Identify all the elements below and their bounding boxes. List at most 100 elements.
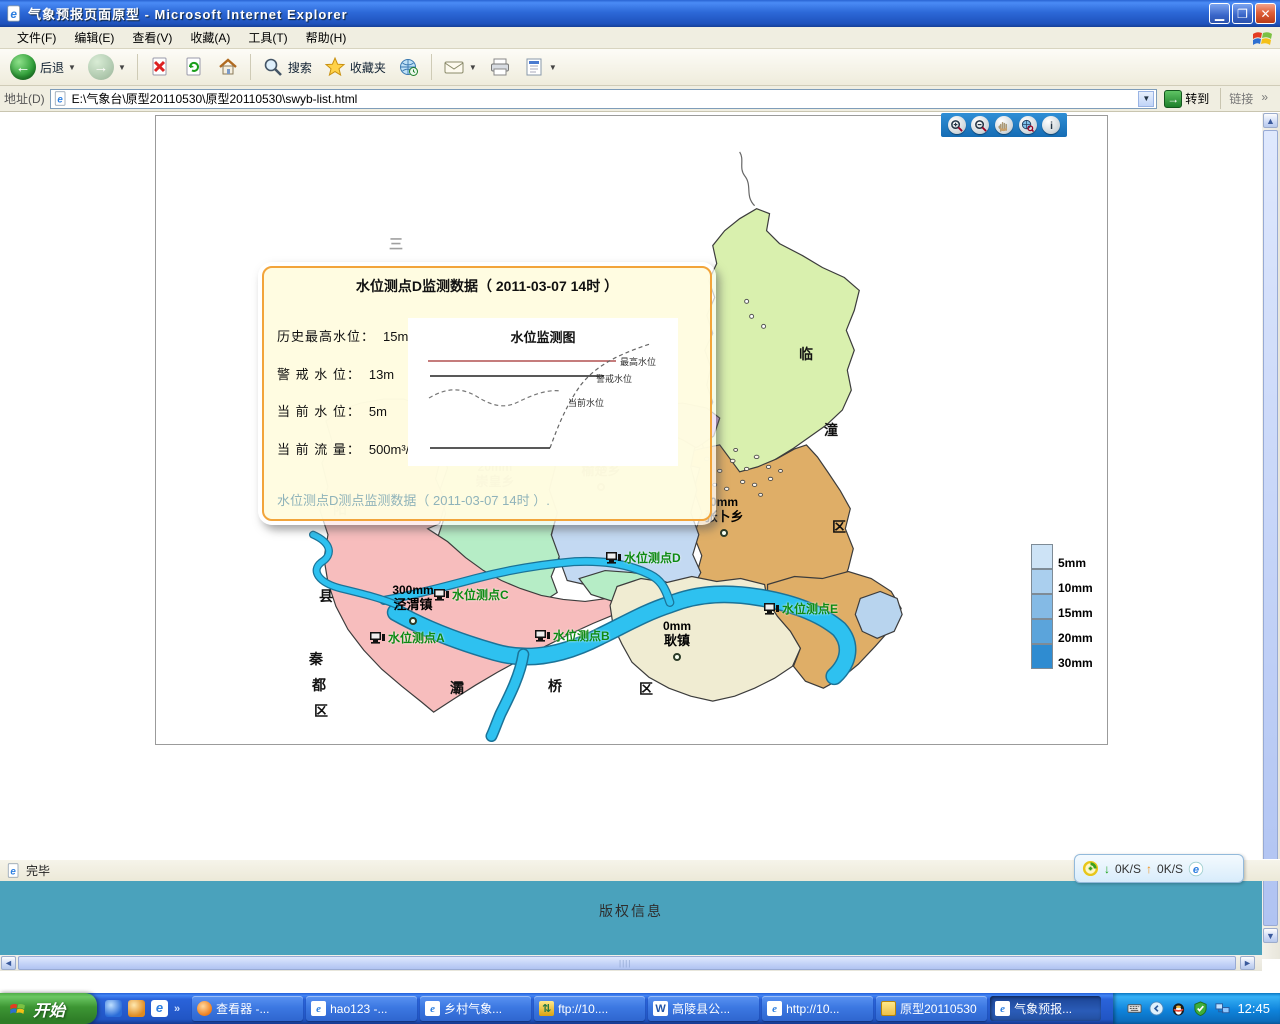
close-button[interactable]: ✕	[1255, 3, 1276, 24]
print-button[interactable]	[485, 54, 515, 80]
station-icon	[763, 602, 780, 616]
favorites-button[interactable]: 收藏夹	[320, 54, 390, 80]
media-player-icon[interactable]	[128, 1000, 145, 1017]
back-button[interactable]: ← 后退 ▼	[6, 52, 80, 82]
back-dropdown-icon[interactable]: ▼	[68, 63, 76, 72]
quick-launch-more-icon[interactable]: »	[174, 1003, 180, 1015]
go-button[interactable]: → 转到	[1162, 89, 1215, 109]
window-title: 气象预报页面原型 - Microsoft Internet Explorer	[28, 4, 1209, 23]
address-input[interactable]: e E:\气象台\原型20110530\原型20110530\swyb-list…	[50, 89, 1158, 109]
back-arrow-icon: ←	[10, 54, 36, 80]
town-marker-icon	[409, 617, 417, 625]
taskbar-task-2[interactable]: e乡村气象...	[420, 996, 531, 1021]
menu-item-2[interactable]: 查看(V)	[123, 26, 181, 49]
windows-flag-icon	[1250, 28, 1276, 48]
menu-item-3[interactable]: 收藏(A)	[181, 26, 239, 49]
qq-penguin-icon[interactable]	[1171, 1001, 1186, 1016]
messenger-icon[interactable]	[105, 1000, 122, 1017]
menu-item-5[interactable]: 帮助(H)	[297, 26, 356, 49]
links-bar[interactable]: 链接 »	[1220, 88, 1276, 109]
restore-button[interactable]: ❐	[1232, 3, 1253, 24]
horizontal-scrollbar[interactable]: ◄ |||| ►	[0, 955, 1262, 971]
security-shield-icon[interactable]	[1193, 1001, 1208, 1016]
history-button[interactable]	[394, 54, 424, 80]
water-station-水位测点E[interactable]: 水位测点E	[763, 600, 838, 617]
speed-monitor-widget[interactable]: ↓ 0K/S ↑ 0K/S e	[1074, 854, 1244, 883]
label-current-level: 当前水位	[568, 397, 604, 408]
quick-launch-bar: e »	[97, 1000, 188, 1017]
ie-icon: e	[995, 1001, 1010, 1016]
taskbar-task-6[interactable]: 原型20110530	[876, 996, 987, 1021]
menu-item-1[interactable]: 编辑(E)	[65, 26, 123, 49]
back-label: 后退	[40, 59, 64, 76]
taskbar-task-0[interactable]: 查看器 -...	[192, 996, 303, 1021]
scroll-right-button[interactable]: ►	[1240, 956, 1255, 970]
address-dropdown-icon[interactable]: ▼	[1138, 91, 1154, 107]
district-label: 灞	[450, 678, 464, 698]
svg-text:e: e	[1193, 864, 1199, 876]
ie-quicklaunch-icon[interactable]: e	[151, 1000, 168, 1017]
scroll-up-button[interactable]: ▲	[1263, 113, 1278, 128]
search-button[interactable]: 搜索	[258, 54, 316, 80]
forward-dropdown-icon[interactable]: ▼	[118, 63, 126, 72]
pan-hand-icon[interactable]	[995, 116, 1013, 134]
keyboard-icon[interactable]	[1127, 1001, 1142, 1016]
network-icon[interactable]	[1215, 1001, 1230, 1016]
water-station-水位测点C[interactable]: 水位测点C	[433, 586, 509, 603]
copyright-text: 版权信息	[599, 901, 663, 921]
full-extent-icon[interactable]	[1019, 116, 1037, 134]
taskbar-task-3[interactable]: ⇅ ftp://10....	[534, 996, 645, 1021]
title-bar: e 气象预报页面原型 - Microsoft Internet Explorer…	[0, 0, 1280, 27]
ftp-icon: ⇅	[539, 1001, 554, 1016]
refresh-button[interactable]	[179, 54, 209, 80]
ie-icon: e	[311, 1001, 326, 1016]
home-button[interactable]	[213, 54, 243, 80]
popup-field-current-flow: 当 前 流 量：500m³/s	[277, 439, 416, 458]
zoom-in-icon[interactable]	[948, 116, 966, 134]
info-icon[interactable]: i	[1042, 116, 1060, 134]
edit-dropdown-icon[interactable]: ▼	[549, 63, 557, 72]
legend-color-swatch	[1031, 644, 1053, 669]
rainfall-value: 0mm	[637, 620, 717, 633]
task-label: ftp://10....	[558, 1002, 608, 1016]
start-button[interactable]: 开始	[0, 993, 97, 1024]
menu-item-4[interactable]: 工具(T)	[239, 26, 296, 49]
station-name: 水位测点C	[452, 586, 509, 603]
district-label: 潼	[824, 420, 838, 440]
task-label: 查看器 -...	[216, 1000, 269, 1017]
task-label: hao123 -...	[330, 1002, 387, 1016]
vertical-scroll-thumb[interactable]	[1263, 130, 1278, 926]
taskbar-task-4[interactable]: W高陵县公...	[648, 996, 759, 1021]
mail-button[interactable]: ▼	[439, 54, 481, 80]
forward-button[interactable]: → ▼	[84, 52, 130, 82]
edit-button[interactable]: ▼	[519, 54, 561, 80]
district-label: 县	[319, 586, 333, 606]
task-label: 高陵县公...	[672, 1000, 730, 1017]
legend-label: 10mm	[1058, 582, 1093, 594]
links-more-icon[interactable]: »	[1261, 90, 1268, 107]
water-station-水位测点A[interactable]: 水位测点A	[369, 629, 445, 646]
mail-dropdown-icon[interactable]: ▼	[469, 63, 477, 72]
zoom-out-icon[interactable]	[971, 116, 989, 134]
station-name: 水位测点E	[782, 600, 838, 617]
scroll-down-button[interactable]: ▼	[1263, 928, 1278, 943]
district-label: 区	[832, 517, 846, 537]
task-label: http://10...	[786, 1002, 839, 1016]
task-label: 原型20110530	[900, 1000, 977, 1017]
horizontal-scroll-thumb[interactable]: ||||	[18, 956, 1236, 970]
taskbar-task-1[interactable]: e hao123 -...	[306, 996, 417, 1021]
go-label: 转到	[1185, 90, 1209, 107]
vertical-scrollbar[interactable]: ▲ ▼	[1262, 113, 1280, 959]
scroll-left-button[interactable]: ◄	[1, 956, 16, 970]
legend-color-swatch	[1031, 619, 1053, 644]
stop-button[interactable]	[145, 54, 175, 80]
status-text: 完毕	[26, 862, 50, 879]
taskbar-task-5[interactable]: ehttp://10...	[762, 996, 873, 1021]
taskbar-task-7[interactable]: e气象预报...	[990, 996, 1101, 1021]
tray-clock[interactable]: 12:45	[1237, 1001, 1270, 1016]
minimize-button[interactable]: ▁	[1209, 3, 1230, 24]
water-station-水位测点B[interactable]: 水位测点B	[534, 627, 610, 644]
hide-icons-chevron-icon[interactable]	[1149, 1001, 1164, 1016]
water-station-水位测点D[interactable]: 水位测点D	[605, 549, 681, 566]
menu-item-0[interactable]: 文件(F)	[8, 26, 65, 49]
